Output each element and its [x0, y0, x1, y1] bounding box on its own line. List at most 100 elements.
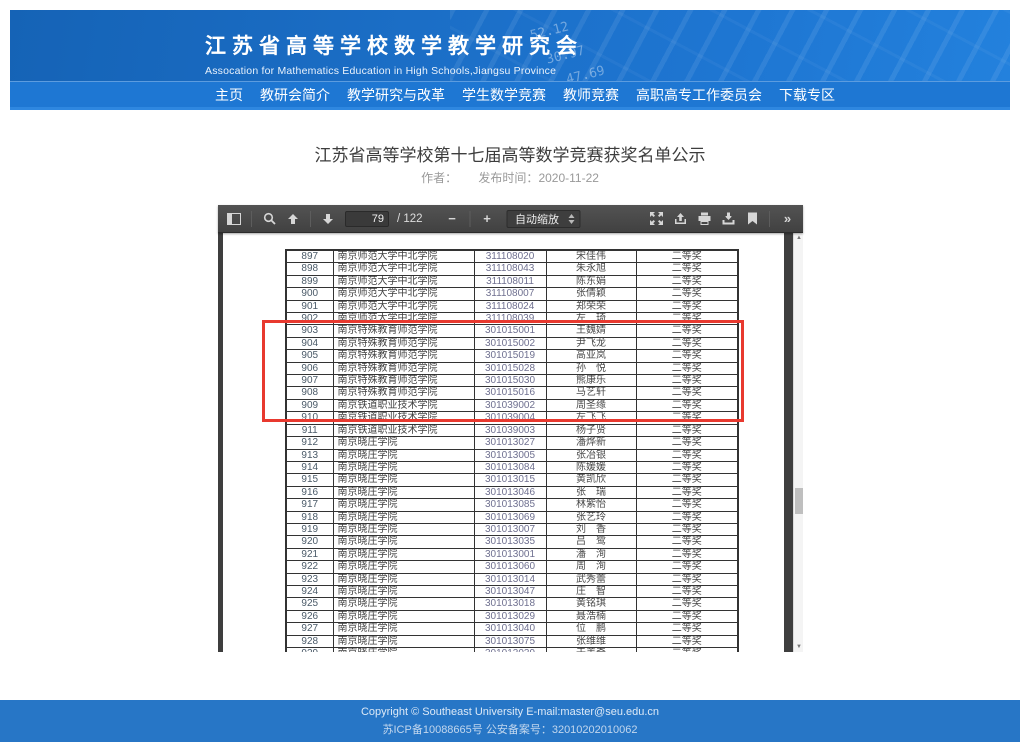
site-footer: Copyright © Southeast University E-mail:… [0, 700, 1020, 742]
nav-item-about[interactable]: 教研会简介 [260, 85, 330, 105]
cell-name: 潘 洵 [546, 548, 636, 560]
table-row: 909南京铁道职业技术学院301039002周圣缘二等奖 [286, 399, 738, 411]
cell-award: 二等奖 [636, 424, 738, 436]
cell-rank: 924 [286, 585, 333, 597]
cell-name: 郑荣荣 [546, 300, 636, 312]
table-row: 899南京师范大学中北学院311108011陈东娟二等奖 [286, 275, 738, 287]
nav-item-teacher-competition[interactable]: 教师竞赛 [563, 85, 619, 105]
table-row: 928南京晓庄学院301013075张维维二等奖 [286, 635, 738, 647]
table-row: 898南京师范大学中北学院311108043朱永旭二等奖 [286, 263, 738, 275]
download-button[interactable] [717, 208, 739, 230]
cell-award: 二等奖 [636, 313, 738, 325]
toolbar-right-group: » [645, 208, 798, 230]
cell-award: 二等奖 [636, 635, 738, 647]
print-icon [698, 212, 711, 225]
cell-exam-id: 301013014 [474, 573, 546, 585]
zoom-out-button[interactable]: − [441, 208, 463, 230]
cell-name: 陈东娟 [546, 275, 636, 287]
cell-exam-id: 301013001 [474, 548, 546, 560]
cell-rank: 905 [286, 350, 333, 362]
table-row: 917南京晓庄学院301013085林紫怡二等奖 [286, 499, 738, 511]
nav-item-vocational-committee[interactable]: 高职高专工作委员会 [636, 85, 762, 105]
cell-award: 二等奖 [636, 263, 738, 275]
zoom-in-button[interactable]: + [476, 208, 498, 230]
previous-page-button[interactable] [282, 208, 304, 230]
presentation-mode-button[interactable] [645, 208, 667, 230]
cell-rank: 926 [286, 610, 333, 622]
cell-name: 左飞飞 [546, 412, 636, 424]
nav-item-student-competition[interactable]: 学生数学竞赛 [462, 85, 546, 105]
cell-school: 南京晓庄学院 [333, 437, 474, 449]
table-row: 926南京晓庄学院301013029聂浩楠二等奖 [286, 610, 738, 622]
cell-rank: 914 [286, 461, 333, 473]
page-up-icon [287, 213, 299, 225]
cell-name: 王魏婧 [546, 325, 636, 337]
open-file-icon [674, 212, 687, 225]
download-icon [722, 212, 735, 225]
cell-award: 二等奖 [636, 449, 738, 461]
bookmark-button[interactable] [741, 208, 763, 230]
article-meta: 作者： 发布时间：2020-11-22 [0, 169, 1020, 186]
cell-rank: 925 [286, 598, 333, 610]
cell-exam-id: 311108007 [474, 288, 546, 300]
cell-award: 二等奖 [636, 325, 738, 337]
cell-exam-id: 301039004 [474, 412, 546, 424]
page-number-input[interactable] [345, 211, 389, 227]
cell-award: 二等奖 [636, 499, 738, 511]
cell-name: 孙 悦 [546, 362, 636, 374]
zoom-level-select[interactable]: 自动缩放 [506, 210, 580, 228]
cell-rank: 918 [286, 511, 333, 523]
find-button[interactable] [258, 208, 280, 230]
cell-name: 武秀蕾 [546, 573, 636, 585]
cell-award: 二等奖 [636, 573, 738, 585]
cell-name: 黄凯欣 [546, 474, 636, 486]
table-row: 897南京师范大学中北学院311108020宋佳伟二等奖 [286, 250, 738, 263]
cell-rank: 916 [286, 486, 333, 498]
nav-item-teaching-research[interactable]: 教学研究与改革 [347, 85, 445, 105]
more-tools-button[interactable]: » [776, 208, 798, 230]
toolbar-separator [469, 211, 470, 227]
cell-award: 二等奖 [636, 598, 738, 610]
cell-rank: 907 [286, 375, 333, 387]
pdf-scrollbar[interactable]: ▲ ▼ [793, 233, 803, 652]
cell-name: 吕 鹭 [546, 536, 636, 548]
cell-award: 二等奖 [636, 288, 738, 300]
nav-item-downloads[interactable]: 下载专区 [779, 85, 835, 105]
nav-item-home[interactable]: 主页 [215, 85, 243, 105]
scroll-down-icon[interactable]: ▼ [794, 642, 803, 652]
cell-award: 二等奖 [636, 623, 738, 635]
cell-school: 南京铁道职业技术学院 [333, 424, 474, 436]
cell-school: 南京晓庄学院 [333, 499, 474, 511]
cell-name: 刘 香 [546, 523, 636, 535]
toolbar-separator [251, 211, 252, 227]
cell-award: 二等奖 [636, 536, 738, 548]
cell-exam-id: 301013069 [474, 511, 546, 523]
cell-award: 二等奖 [636, 437, 738, 449]
sidebar-toggle-icon [227, 213, 241, 225]
cell-rank: 909 [286, 399, 333, 411]
next-page-button[interactable] [317, 208, 339, 230]
page-down-icon [322, 213, 334, 225]
sidebar-toggle-button[interactable] [223, 208, 245, 230]
pdf-viewer-body: 897南京师范大学中北学院311108020宋佳伟二等奖898南京师范大学中北学… [218, 233, 803, 652]
scrollbar-thumb[interactable] [795, 488, 803, 514]
scroll-up-icon[interactable]: ▲ [794, 233, 803, 243]
author-label: 作者： [421, 171, 457, 185]
cell-award: 二等奖 [636, 561, 738, 573]
cell-rank: 910 [286, 412, 333, 424]
cell-rank: 912 [286, 437, 333, 449]
cell-exam-id: 311108039 [474, 313, 546, 325]
cell-exam-id: 301015019 [474, 350, 546, 362]
cell-award: 二等奖 [636, 275, 738, 287]
cell-school: 南京特殊教育师范学院 [333, 337, 474, 349]
table-row: 914南京晓庄学院301013084陈媛媛二等奖 [286, 461, 738, 473]
open-file-button[interactable] [669, 208, 691, 230]
presentation-mode-icon [650, 212, 663, 225]
cell-rank: 899 [286, 275, 333, 287]
cell-name: 张冶银 [546, 449, 636, 461]
cell-school: 南京晓庄学院 [333, 523, 474, 535]
cell-name: 张倩颖 [546, 288, 636, 300]
cell-name: 张 瑞 [546, 486, 636, 498]
cell-school: 南京晓庄学院 [333, 573, 474, 585]
print-button[interactable] [693, 208, 715, 230]
